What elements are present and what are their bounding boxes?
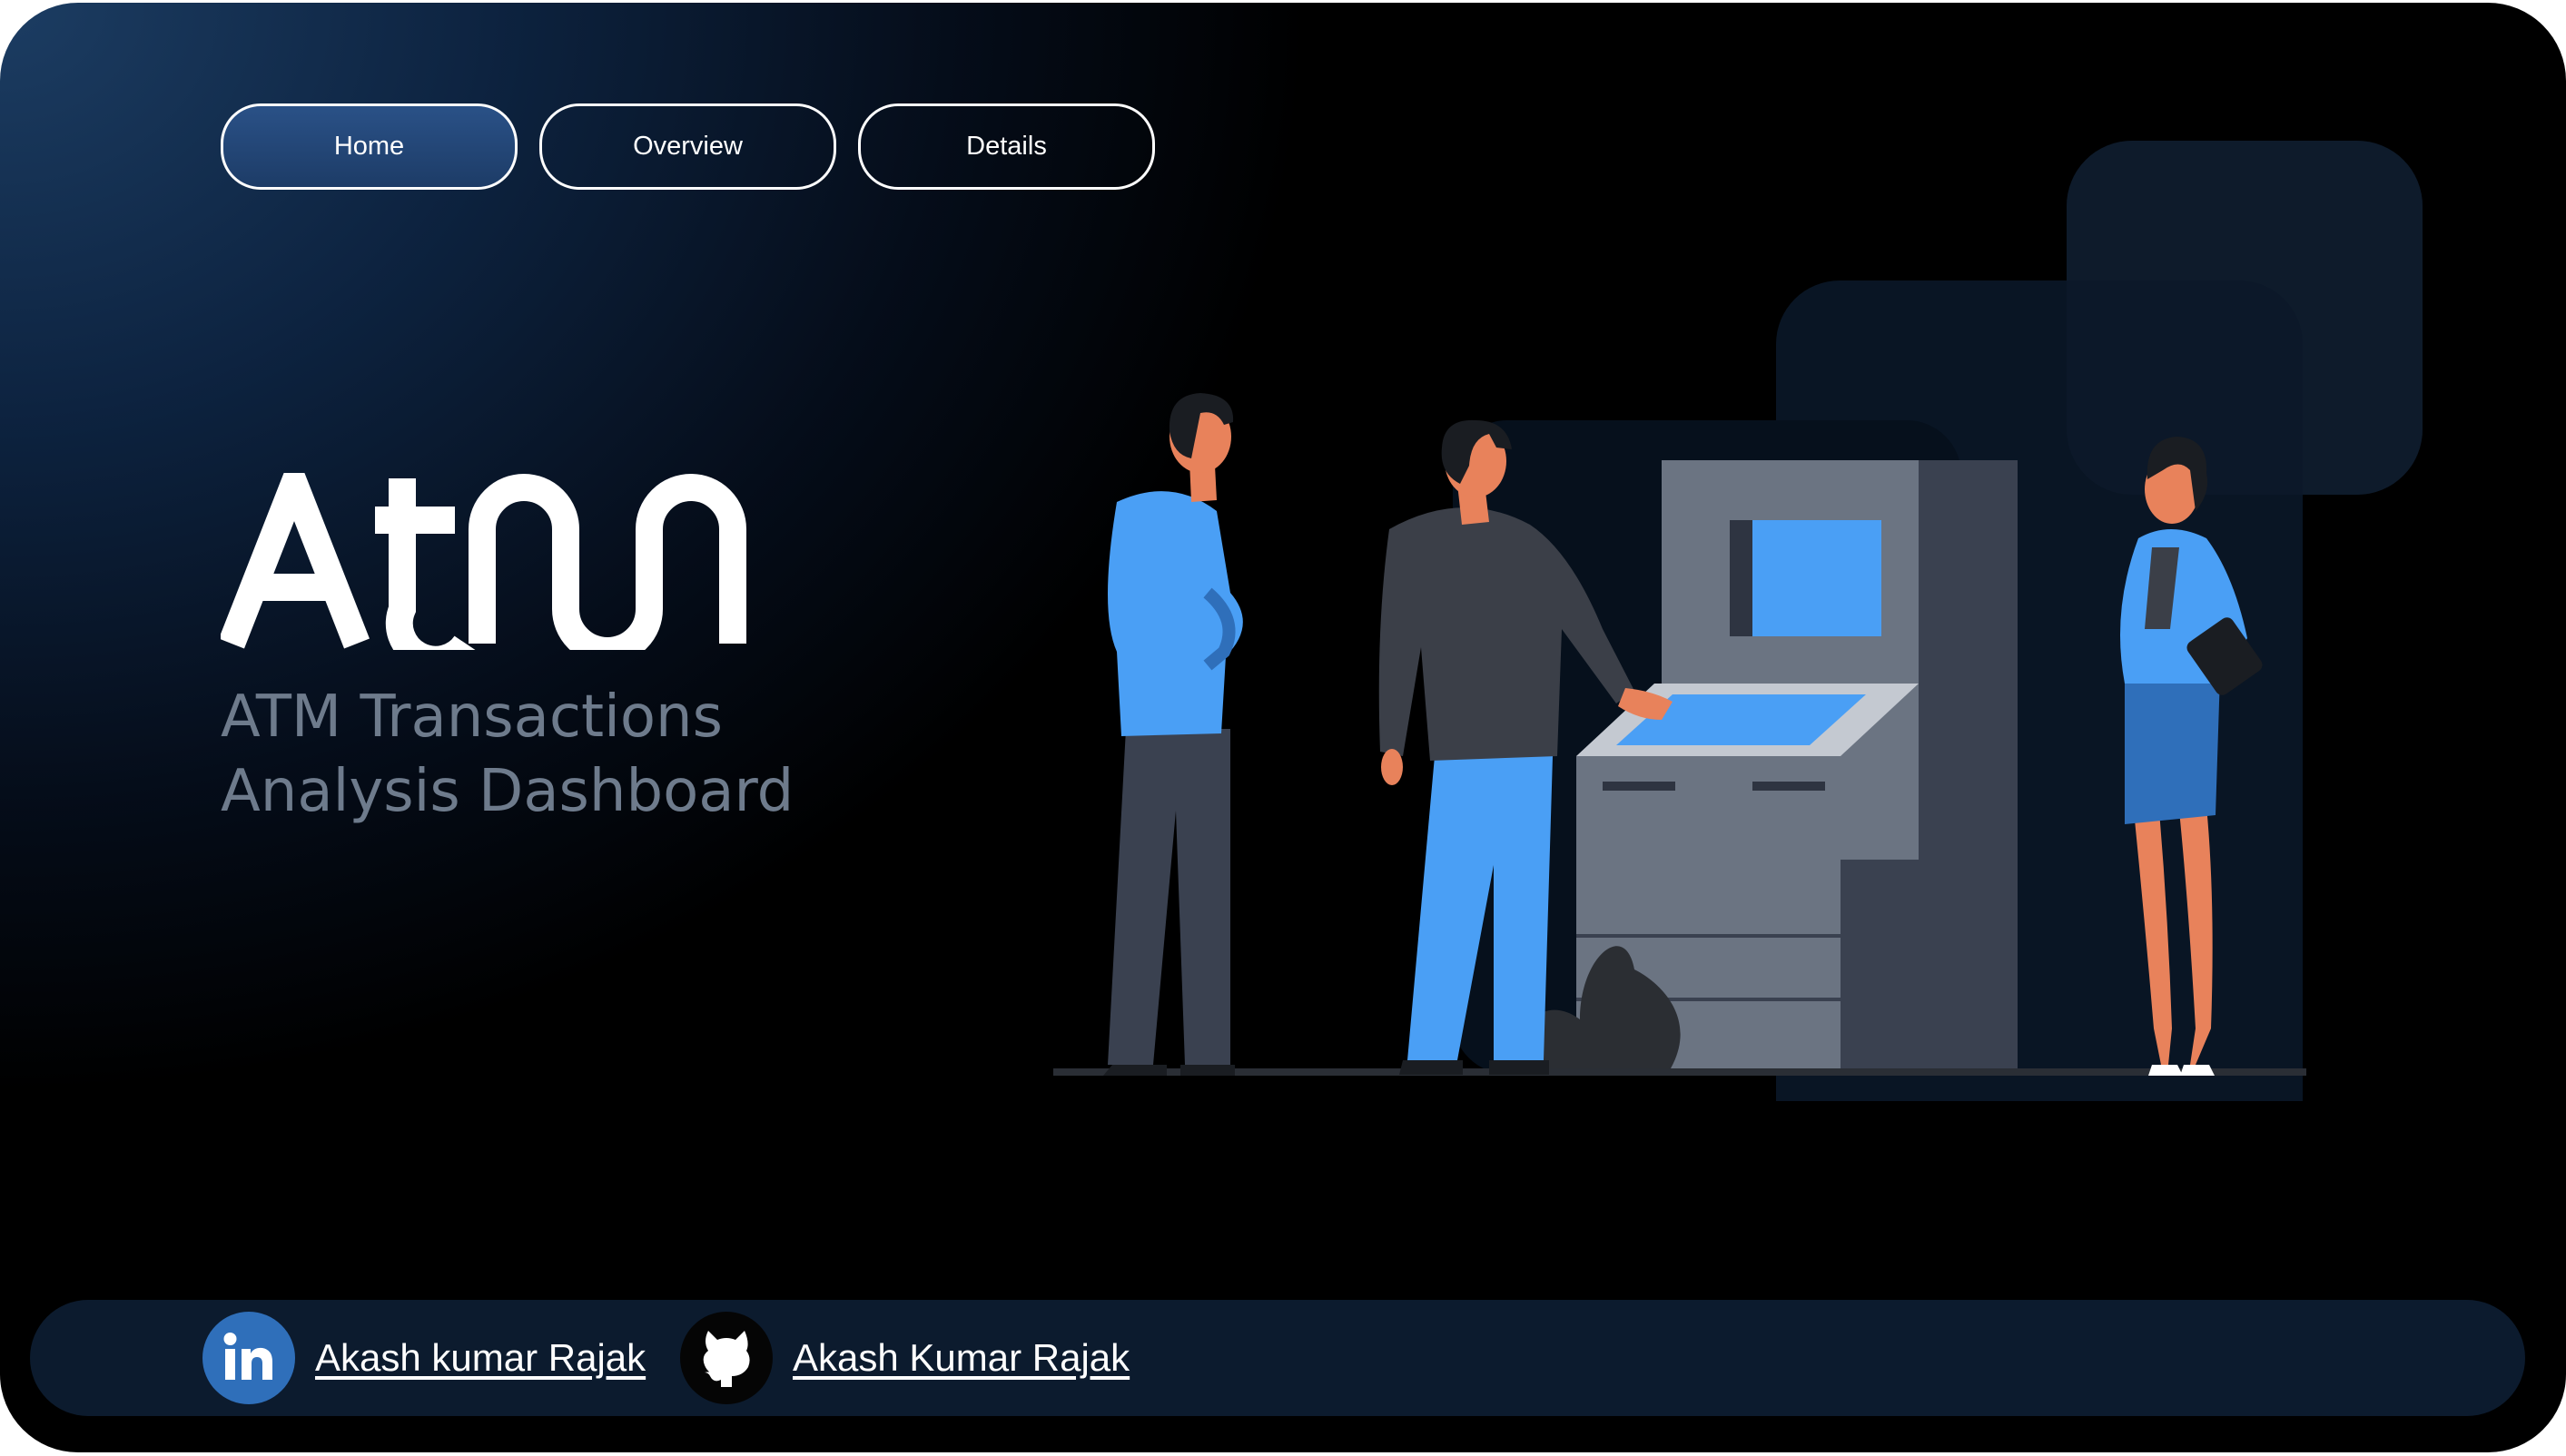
footer-bar: Akash kumar Rajak Akash Kumar Rajak [30, 1300, 2525, 1416]
home-button[interactable]: Home [221, 103, 518, 190]
github-profile-link[interactable]: Akash Kumar Rajak [793, 1336, 1130, 1380]
linkedin-icon[interactable] [202, 1312, 295, 1404]
github-icon[interactable] [680, 1312, 773, 1404]
linkedin-profile-link[interactable]: Akash kumar Rajak [315, 1336, 646, 1380]
atm-screen [1752, 520, 1881, 636]
subtitle-line-1: ATM Transactions [221, 684, 723, 751]
github-link-group[interactable]: Akash Kumar Rajak [680, 1312, 1130, 1404]
people-at-atm-illustration [1053, 141, 2423, 1101]
overview-button[interactable]: Overview [539, 103, 836, 190]
subtitle-line-2: Analysis Dashboard [221, 758, 794, 825]
person-standing-left [1103, 393, 1243, 1076]
atm-logo [221, 473, 746, 650]
dashboard-subtitle: ATM Transactions Analysis Dashboard [221, 680, 856, 829]
dashboard-frame: Home Overview Details ATM Transactions A… [0, 3, 2566, 1452]
linkedin-link-group[interactable]: Akash kumar Rajak [202, 1312, 646, 1404]
